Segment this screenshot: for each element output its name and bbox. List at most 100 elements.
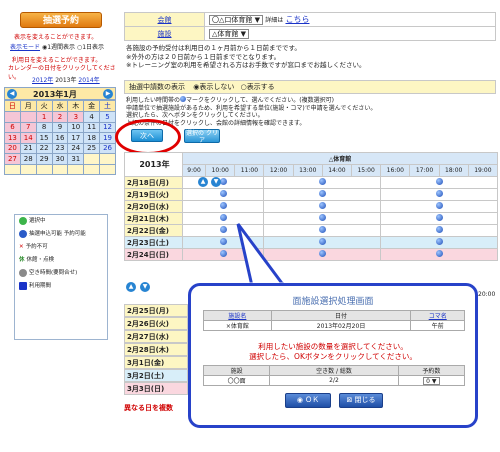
slot-afternoon-icon[interactable]: [318, 214, 326, 221]
slot-morning-icon[interactable]: [219, 190, 227, 197]
display-mode-link[interactable]: 表示モード: [10, 44, 40, 51]
time-header: 15:00: [351, 164, 382, 177]
cal-header-wed: 水: [51, 100, 69, 112]
date-cell: 3月3日(日): [124, 382, 188, 395]
instructions: 利用したい時間帯の マークをクリックして、選んでください。(複数選択可) 申請単位…: [126, 96, 494, 127]
slot-evening-icon[interactable]: [435, 202, 443, 209]
cal-day[interactable]: 11: [83, 121, 101, 133]
cal-day[interactable]: 30: [51, 153, 69, 165]
quantity-table: 施設 空き数 / 総数 予約数 〇〇面 2/2 0 ▼: [202, 365, 466, 386]
col-header-facility[interactable]: 施設名: [203, 310, 272, 321]
date-cell: 2月25日(月): [124, 304, 188, 317]
cal-day[interactable]: 23: [51, 142, 69, 154]
dialog-message-line: 利用したい施設の数量を選択してください。: [258, 342, 408, 351]
quantity-select[interactable]: 0 ▼: [423, 376, 440, 385]
cal-day[interactable]: 2: [51, 111, 69, 123]
dialog-message: 利用したい施設の数量を選択してください。 選択したら、OKボタンをクリックしてく…: [191, 342, 475, 362]
slot-afternoon-icon[interactable]: [318, 190, 326, 197]
cal-day: [99, 163, 116, 175]
notes: 各施設の予約受付は利用日の１ヶ月前から１日前までです。 ※外外の方は２０日前から…: [126, 44, 494, 70]
qty-select-cell: 0 ▼: [397, 375, 466, 386]
slot-afternoon-icon[interactable]: [318, 202, 326, 209]
next-month-icon[interactable]: ▶: [103, 89, 113, 99]
cal-day[interactable]: 31: [67, 153, 85, 165]
date-value: 2013年02月20日: [270, 320, 412, 331]
hall-select[interactable]: 〇△口体育館 ▼: [209, 15, 263, 25]
cal-day[interactable]: 7: [19, 121, 37, 133]
cal-header-thu: 木: [67, 100, 85, 112]
mode-day-label: 1日表示: [82, 44, 105, 51]
ok-button[interactable]: ◉ ＯＫ: [285, 393, 331, 408]
cal-day[interactable]: 26: [99, 142, 116, 154]
prev-month-icon[interactable]: ◀: [7, 89, 17, 99]
cal-day[interactable]: 12: [99, 121, 116, 133]
year-link-2012[interactable]: 2012年: [32, 77, 53, 84]
slot-evening-icon[interactable]: [435, 250, 443, 257]
qty-header-availability: 空き数 / 総数: [269, 365, 399, 376]
cal-day[interactable]: 6: [4, 121, 21, 133]
date-cell: 3月2日(土): [124, 369, 188, 382]
next-week-icon[interactable]: ▼: [211, 177, 221, 187]
table-row: 2月18日(月): [124, 176, 498, 189]
slot-morning-icon[interactable]: [219, 238, 227, 245]
cal-day[interactable]: 28: [19, 153, 37, 165]
slot-afternoon-icon[interactable]: [318, 238, 326, 245]
slot-evening-icon[interactable]: [435, 238, 443, 245]
close-button[interactable]: ⊠ 閉じる: [339, 393, 383, 408]
cal-day[interactable]: 19: [99, 132, 116, 144]
mini-calendar: 日 月 火 水 木 金 土 1 2 3 4 5 6 7 8 9 10 11 12…: [4, 100, 116, 175]
lower-next-icon[interactable]: ▼: [140, 282, 150, 292]
cal-day[interactable]: 10: [67, 121, 85, 133]
cal-day[interactable]: 18: [83, 132, 101, 144]
instruction-line: 申請単位で抽選施設があるため、利用を希望する単位(施設・コマ)で申請を選んでくだ…: [126, 104, 377, 112]
cal-day[interactable]: 8: [35, 121, 53, 133]
slot-evening-icon[interactable]: [435, 190, 443, 197]
cal-day[interactable]: 14: [19, 132, 37, 144]
cal-day[interactable]: 25: [83, 142, 101, 154]
slot-evening-icon[interactable]: [435, 178, 443, 185]
cal-day[interactable]: 5: [99, 111, 116, 123]
cal-day[interactable]: 1: [35, 111, 53, 123]
cal-day[interactable]: 3: [67, 111, 85, 123]
slot-morning-icon[interactable]: [219, 202, 227, 209]
cal-day[interactable]: 29: [35, 153, 53, 165]
cal-day[interactable]: 24: [67, 142, 85, 154]
slot-morning-icon[interactable]: [219, 250, 227, 257]
cal-header-fri: 金: [83, 100, 101, 112]
facility-select[interactable]: △体育館 ▼: [209, 28, 249, 39]
slot-afternoon-icon[interactable]: [318, 178, 326, 185]
cal-day[interactable]: 13: [4, 132, 21, 144]
display-mode-row: 表示モード ◉1週間表示 ○1日表示: [10, 42, 104, 51]
slot-morning-icon[interactable]: [219, 226, 227, 233]
slot-evening-icon[interactable]: [435, 226, 443, 233]
slot-afternoon-icon[interactable]: [318, 250, 326, 257]
col-header-slot[interactable]: コマ名: [410, 310, 465, 321]
cal-day[interactable]: 20: [4, 142, 21, 154]
cal-day[interactable]: 4: [83, 111, 101, 123]
slot-evening-icon[interactable]: [435, 214, 443, 221]
slot-morning-icon[interactable]: [219, 214, 227, 221]
note-line: 各施設の予約受付は利用日の１ヶ月前から１日前までです。: [126, 44, 301, 52]
year-links: 2012年 2013年 2014年: [32, 75, 100, 84]
date-cell: 2月18日(月): [124, 176, 183, 189]
hall-detail-link[interactable]: こちら: [285, 15, 309, 24]
cal-day: [19, 111, 37, 123]
cal-day[interactable]: 17: [67, 132, 85, 144]
next-button[interactable]: 次へ: [131, 129, 163, 142]
facility-label[interactable]: 施設: [124, 26, 205, 41]
cal-day[interactable]: 22: [35, 142, 53, 154]
cal-day[interactable]: 16: [51, 132, 69, 144]
cal-day[interactable]: 27: [4, 153, 21, 165]
prev-week-icon[interactable]: ▲: [198, 177, 208, 187]
cal-day: [83, 153, 101, 165]
cal-day[interactable]: 21: [19, 142, 37, 154]
lower-prev-icon[interactable]: ▲: [126, 282, 136, 292]
clear-selection-button[interactable]: 選択の クリア: [184, 129, 220, 144]
table-row: 2月21日(木): [124, 212, 498, 225]
slot-afternoon-icon[interactable]: [318, 226, 326, 233]
year-link-2014[interactable]: 2014年: [78, 77, 99, 84]
cal-day[interactable]: 9: [51, 121, 69, 133]
date-cell: 2月24日(日): [124, 248, 183, 261]
cal-day[interactable]: 15: [35, 132, 53, 144]
hall-label[interactable]: 会館: [124, 12, 205, 27]
